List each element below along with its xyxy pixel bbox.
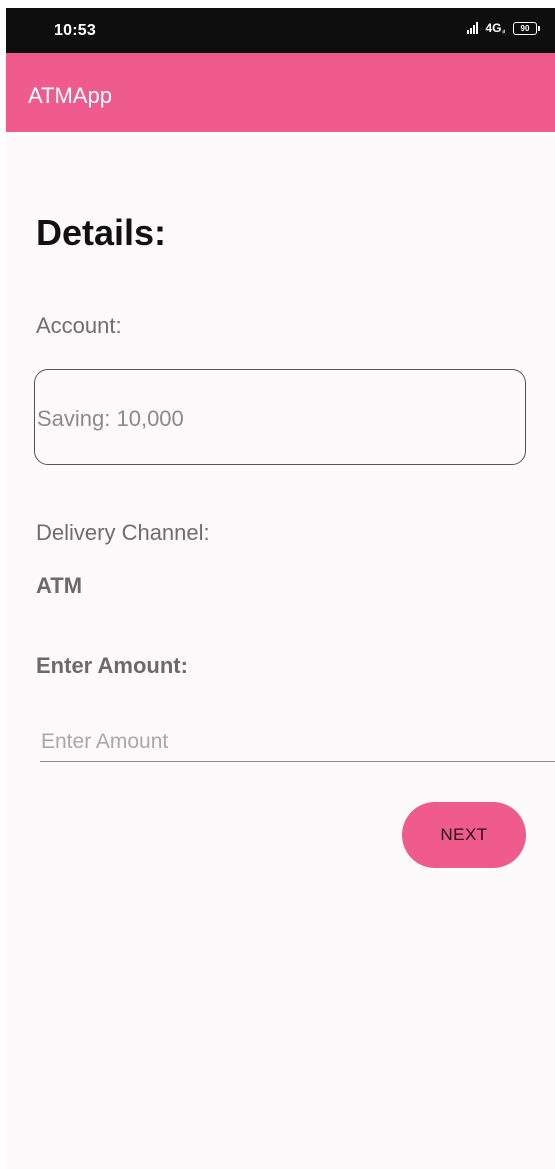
network-sup: ᵢₗ <box>502 27 505 35</box>
page-title: Details: <box>36 212 167 253</box>
status-bar: 10:53 4G ᵢₗ 90 <box>6 8 555 53</box>
status-indicators: 4G ᵢₗ 90 <box>467 21 540 35</box>
amount-label: Enter Amount: <box>36 653 188 678</box>
next-button[interactable]: NEXT <box>402 802 526 868</box>
account-select[interactable]: Saving: 10,000 <box>34 369 526 465</box>
account-value: Saving: 10,000 <box>37 406 184 431</box>
delivery-channel-label: Delivery Channel: <box>36 520 210 545</box>
battery-icon: 90 <box>513 21 540 35</box>
app-bar: ATMApp <box>6 53 555 132</box>
app-title: ATMApp <box>28 83 112 108</box>
delivery-channel-value: ATM <box>36 573 83 598</box>
network-type: 4G <box>485 21 502 35</box>
signal-icon <box>467 22 479 34</box>
amount-input[interactable] <box>40 722 555 762</box>
screen: 10:53 4G ᵢₗ 90 ATMApp Details: Account: … <box>6 8 555 1169</box>
status-time: 10:53 <box>54 22 96 39</box>
account-label: Account: <box>36 313 122 338</box>
